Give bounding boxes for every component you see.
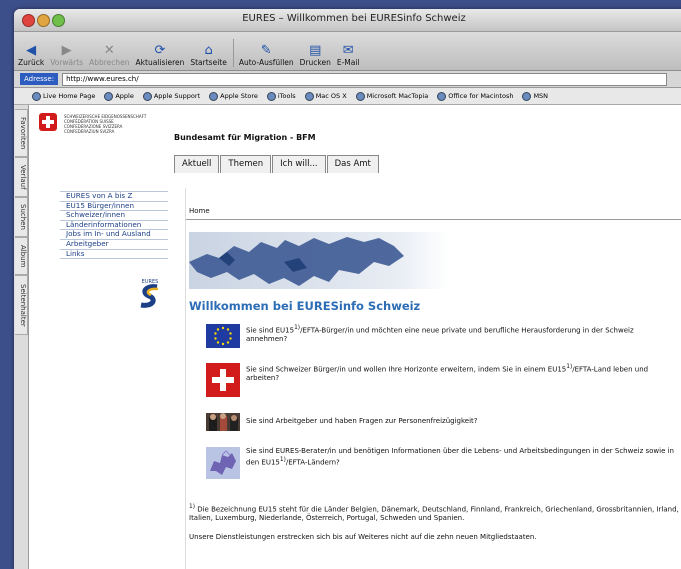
bookmark-apple[interactable]: Apple: [104, 91, 134, 101]
address-input[interactable]: http://www.eures.ch/: [62, 72, 668, 86]
list-item-text: Sie sind EURES-Berater/in und benötigen …: [246, 447, 674, 467]
print-button[interactable]: ▤ Drucken: [300, 42, 331, 70]
web-page: SCHWEIZERISCHE EIDGENOSSENSCHAFT CONFÉDÉ…: [29, 105, 681, 569]
address-bar: Adresse: http://www.eures.ch/: [14, 71, 681, 88]
back-button[interactable]: ◀ Zurück: [18, 42, 44, 70]
autofill-button[interactable]: ✎ Auto-Ausfüllen: [239, 42, 294, 70]
browser-toolbar: ◀ Zurück ▶ Vorwärts ✕ Abbrechen ⟳ Aktualisie…: [14, 32, 681, 71]
side-tab-favoriten[interactable]: Favoriten: [15, 109, 28, 157]
left-navigation: EURES von A bis Z EU15 Bürger/innen Schw…: [60, 191, 168, 260]
employer-photo-icon: [206, 413, 240, 431]
email-button[interactable]: ✉ E-Mail: [337, 42, 360, 70]
list-item-text: Sie sind Schweizer Bürger/in und wollen …: [246, 364, 649, 383]
bookmark-itools[interactable]: iTools: [266, 91, 296, 101]
forward-button[interactable]: ▶ Vorwärts: [50, 42, 83, 70]
europe-map-icon: [206, 447, 240, 479]
globe-icon: [266, 91, 276, 101]
globe-icon: [32, 91, 41, 101]
globe-icon: [209, 91, 219, 101]
bookmark-microsoft-mactopia[interactable]: Microsoft MacTopia: [355, 91, 428, 101]
footnote: 1) Die Bezeichnung EU15 steht für die Lä…: [189, 504, 679, 523]
stop-x-icon: ✕: [103, 42, 115, 58]
envelope-icon: ✉: [342, 42, 354, 58]
side-tab-album[interactable]: Album: [15, 237, 28, 275]
list-item-text: Sie sind Arbeitgeber und haben Fragen zu…: [246, 417, 478, 425]
autofill-icon: ✎: [260, 42, 272, 58]
back-arrow-icon: ◀: [26, 42, 37, 58]
toolbar-separator: [232, 39, 234, 67]
home-button[interactable]: ⌂ Startseite: [190, 42, 226, 70]
footnote-services: Unsere Dienstleistungen erstrecken sich …: [189, 533, 537, 541]
list-item-text: Sie sind EU151)/EFTA-Bürger/in und möcht…: [246, 325, 634, 344]
home-icon: ⌂: [204, 42, 213, 58]
bookmarks-bar: Live Home Page Apple Apple Support Apple…: [14, 88, 681, 105]
forward-arrow-icon: ▶: [61, 42, 72, 58]
list-item-eures-advisers[interactable]: Sie sind EURES-Berater/in und benötigen …: [206, 447, 676, 481]
globe-icon: [304, 91, 314, 101]
title-bar[interactable]: EURES – Willkommen bei EURESinfo Schweiz: [14, 9, 681, 32]
tab-aktuell[interactable]: Aktuell: [174, 155, 220, 173]
address-label: Adresse:: [20, 73, 59, 85]
globe-icon: [142, 91, 152, 101]
list-item-eu15-citizens[interactable]: Sie sind EU151)/EFTA-Bürger/in und möcht…: [206, 324, 676, 350]
list-item-employers[interactable]: Sie sind Arbeitgeber und haben Fragen zu…: [206, 413, 676, 435]
bookmark-live-home-page[interactable]: Live Home Page: [32, 91, 95, 101]
globe-icon: [355, 91, 365, 101]
site-header: SCHWEIZERISCHE EIDGENOSSENSCHAFT CONFÉDÉ…: [29, 105, 681, 173]
tab-themen[interactable]: Themen: [220, 155, 272, 173]
bookmark-mac-os-x[interactable]: Mac OS X: [304, 91, 347, 101]
window-title: EURES – Willkommen bei EURESinfo Schweiz: [242, 13, 466, 24]
breadcrumb-divider: [186, 219, 681, 220]
swiss-flag-icon: [39, 113, 57, 131]
main-content: Home Willkommen bei EURESinfo Schweiz Si…: [185, 188, 681, 569]
office-title: Bundesamt für Migration - BFM: [174, 133, 316, 142]
svg-text:EURES: EURES: [142, 279, 159, 285]
browser-window: EURES – Willkommen bei EURESinfo Schweiz…: [14, 9, 681, 569]
side-tab-verlauf[interactable]: Verlauf: [15, 157, 28, 197]
confederation-text: SCHWEIZERISCHE EIDGENOSSENSCHAFT CONFÉDÉ…: [64, 114, 147, 134]
list-item-swiss-citizens[interactable]: Sie sind Schweizer Bürger/in und wollen …: [206, 363, 676, 399]
nav-item-links[interactable]: Links: [60, 249, 168, 260]
page-heading: Willkommen bei EURESinfo Schweiz: [189, 299, 421, 313]
printer-icon: ▤: [309, 42, 322, 58]
globe-icon: [437, 91, 447, 101]
globe-icon: [104, 91, 114, 101]
stop-button[interactable]: ✕ Abbrechen: [89, 42, 129, 70]
explorer-side-tabs: Favoriten Verlauf Suchen Album Seitenhal…: [14, 105, 29, 569]
bookmark-apple-store[interactable]: Apple Store: [209, 91, 258, 101]
europe-map-banner: [189, 232, 449, 289]
breadcrumb[interactable]: Home: [189, 207, 210, 215]
globe-icon: [522, 91, 532, 101]
refresh-button[interactable]: ⟳ Aktualisieren: [136, 42, 185, 70]
eu-flag-icon: [206, 324, 240, 348]
eures-logo: EURES: [140, 279, 159, 308]
tab-ich-will[interactable]: Ich will...: [272, 155, 326, 173]
tab-das-amt[interactable]: Das Amt: [326, 155, 379, 173]
side-tab-seitenhalter[interactable]: Seitenhalter: [15, 275, 28, 335]
swiss-cross-icon: [206, 363, 240, 397]
main-tabs: Aktuell Themen Ich will... Das Amt: [174, 155, 380, 173]
bookmark-office-for-macintosh[interactable]: Office for Macintosh: [437, 91, 513, 101]
bookmark-msn[interactable]: MSN: [522, 91, 548, 101]
refresh-icon: ⟳: [154, 42, 166, 58]
bookmark-apple-support[interactable]: Apple Support: [142, 91, 200, 101]
side-tab-suchen[interactable]: Suchen: [15, 197, 28, 237]
